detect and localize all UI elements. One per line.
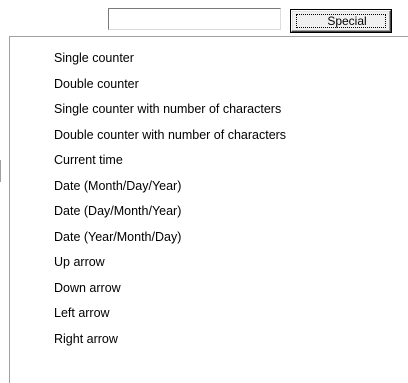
menu-item-current-time[interactable]: Current time bbox=[10, 148, 408, 174]
dialog-area: Special Single counter Double counter Si… bbox=[0, 0, 408, 383]
menu-item-right-arrow[interactable]: Right arrow bbox=[10, 327, 408, 353]
menu-item-up-arrow[interactable]: Up arrow bbox=[10, 250, 408, 276]
menu-item-single-counter[interactable]: Single counter bbox=[10, 46, 408, 72]
divider bbox=[0, 160, 1, 182]
text-input[interactable] bbox=[108, 8, 281, 30]
special-button[interactable]: Special bbox=[291, 10, 391, 32]
menu-item-date-ymd[interactable]: Date (Year/Month/Day) bbox=[10, 225, 408, 251]
menu-item-date-dmy[interactable]: Date (Day/Month/Year) bbox=[10, 199, 408, 225]
menu-item-down-arrow[interactable]: Down arrow bbox=[10, 276, 408, 302]
menu-list: Single counter Double counter Single cou… bbox=[10, 46, 408, 352]
special-dropdown-menu: Single counter Double counter Single cou… bbox=[9, 36, 408, 383]
menu-item-double-counter-with-chars[interactable]: Double counter with number of characters bbox=[10, 123, 408, 149]
menu-item-left-arrow[interactable]: Left arrow bbox=[10, 301, 408, 327]
menu-item-date-mdy[interactable]: Date (Month/Day/Year) bbox=[10, 174, 408, 200]
special-button-label: Special bbox=[327, 14, 367, 28]
menu-item-double-counter[interactable]: Double counter bbox=[10, 72, 408, 98]
menu-item-single-counter-with-chars[interactable]: Single counter with number of characters bbox=[10, 97, 408, 123]
